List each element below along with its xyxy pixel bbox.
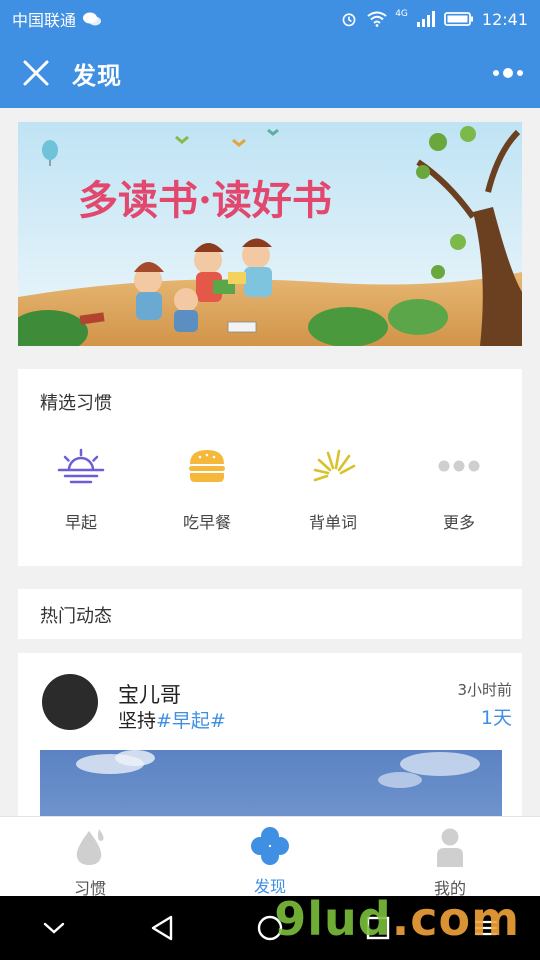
clock: 12:41 (481, 9, 528, 29)
habit-more[interactable]: 更多 (396, 441, 522, 541)
habit-label: 背单词 (308, 513, 357, 532)
carrier-group: 中国联通 (12, 7, 102, 31)
signal-icon (416, 11, 435, 27)
battery-icon (443, 12, 473, 26)
habit-label: 吃早餐 (182, 513, 231, 532)
reading-banner[interactable]: 多读书·读好书 (18, 122, 522, 346)
post-timestamp: 3小时前 (457, 681, 512, 699)
watermark-text: 9lud (274, 892, 392, 946)
alarm-icon (342, 13, 356, 27)
close-icon (23, 60, 49, 86)
carrier-name: 中国联通 (12, 11, 77, 30)
habit-vocabulary[interactable]: 背单词 (270, 441, 396, 541)
bottom-tab-bar: 习惯 发现 我的 (0, 816, 540, 898)
watermark: 9lud.com (274, 892, 520, 946)
network-type: 4G (395, 9, 408, 19)
banner-illustration: 多读书·读好书 (18, 122, 522, 346)
habit-tag-link[interactable]: #早起# (156, 710, 226, 732)
clover-icon (251, 827, 289, 865)
wechat-icon (83, 12, 102, 26)
wifi-icon (367, 11, 387, 27)
post-text: 坚持#早起# (118, 706, 226, 733)
tab-habits[interactable]: 习惯 (0, 817, 180, 898)
status-icons: 4G 12:41 (339, 9, 528, 29)
rays-icon (313, 449, 356, 482)
burger-icon (189, 450, 225, 482)
tab-discover[interactable]: 发现 (180, 817, 360, 896)
habit-label: 更多 (442, 513, 475, 532)
featured-habits-card: 精选习惯 早起 吃早餐 背单词 更多 (18, 369, 522, 566)
post-text-prefix: 坚持 (118, 710, 157, 732)
close-button[interactable] (0, 38, 72, 108)
hot-feed-header: 热门动态 (18, 589, 522, 639)
more-menu-button[interactable] (476, 38, 540, 108)
person-icon (437, 828, 463, 867)
app-bar: 发现 (0, 38, 540, 108)
nav-back-button[interactable] (132, 898, 192, 958)
habit-label: 早起 (64, 513, 97, 532)
sunrise-icon (57, 448, 105, 484)
habit-breakfast[interactable]: 吃早餐 (144, 441, 270, 541)
status-bar: 中国联通 4G 12:41 (0, 0, 540, 38)
tab-profile[interactable]: 我的 (360, 817, 540, 898)
back-triangle-icon (151, 915, 173, 941)
more-dots-icon (438, 460, 480, 472)
banner-title-text: 多读书·读好书 (78, 177, 332, 224)
featured-habits-title: 精选习惯 (40, 393, 112, 414)
streak-days: 1天 (480, 707, 512, 729)
hot-feed-title: 热门动态 (40, 606, 112, 627)
avatar[interactable] (42, 674, 98, 730)
page-title: 发现 (72, 61, 122, 90)
drop-icon (76, 829, 104, 865)
habit-early-rise[interactable]: 早起 (18, 441, 144, 541)
more-dots-icon (493, 68, 523, 78)
post-username[interactable]: 宝儿哥 (118, 679, 181, 709)
watermark-suffix: .com (391, 892, 520, 946)
chevron-down-icon (43, 922, 65, 934)
nav-collapse-button[interactable] (24, 898, 84, 958)
